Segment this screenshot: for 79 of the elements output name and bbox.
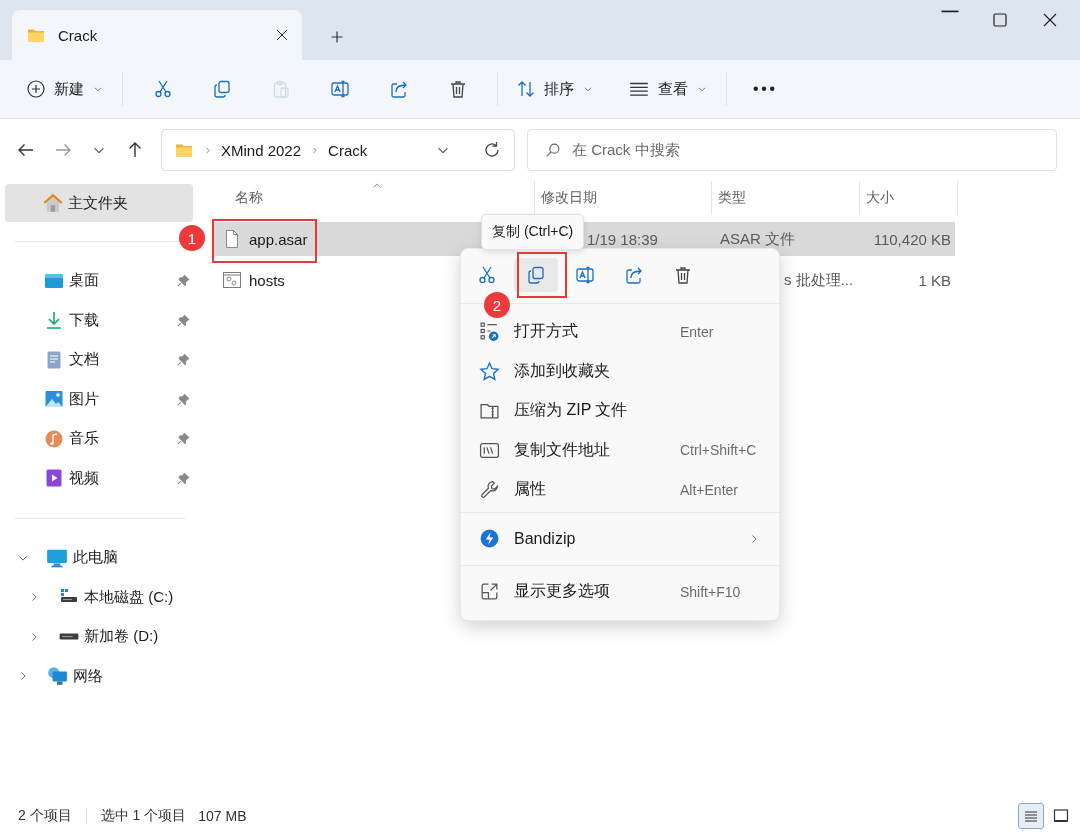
type-cell: ASAR 文件	[720, 229, 795, 247]
expand-icon	[479, 581, 500, 602]
sidebar-item[interactable]: 网络	[73, 666, 103, 686]
download-icon	[44, 310, 64, 331]
new-button[interactable]: 新建	[18, 73, 112, 105]
sidebar-item[interactable]: 音乐	[0, 419, 195, 459]
highlight-frame	[517, 252, 567, 298]
lightning-icon	[479, 528, 500, 549]
shortcut-text: Ctrl+Shift+C	[680, 442, 757, 459]
drive-icon	[59, 633, 79, 641]
close-icon	[274, 27, 290, 43]
type-cell: s 批处理...	[784, 270, 854, 288]
search-icon	[544, 141, 562, 159]
shortcut-text: Enter	[680, 323, 714, 340]
copy-icon	[526, 265, 546, 285]
cut-icon	[477, 265, 497, 285]
sort-icon	[516, 79, 536, 99]
minimize-icon	[940, 10, 960, 13]
refresh-icon	[482, 140, 502, 160]
home-icon	[42, 192, 64, 214]
music-icon	[44, 428, 64, 449]
size-cell: 110,420 KB	[873, 230, 951, 248]
view-button[interactable]: 查看	[620, 72, 716, 106]
sidebar-item[interactable]: 下载	[0, 300, 195, 340]
breadcrumb[interactable]: XMind 2022	[221, 141, 302, 159]
item-count: 2 个项目	[18, 807, 72, 825]
copy-button[interactable]	[514, 258, 558, 292]
menu-item[interactable]: Bandizip	[461, 514, 779, 563]
column-header[interactable]: 大小	[866, 189, 894, 207]
breadcrumb[interactable]: Crack	[328, 141, 368, 159]
cut-icon	[152, 79, 173, 99]
sidebar-item[interactable]: 文档	[0, 340, 195, 380]
address-bar[interactable]: XMind 2022 Crack	[161, 129, 515, 171]
file-name: app.asar	[249, 230, 308, 248]
video-icon	[44, 468, 64, 489]
selection-size: 107 MB	[198, 808, 247, 824]
open-with-icon	[479, 321, 500, 343]
more-icon	[753, 86, 775, 92]
copy-icon	[211, 79, 232, 99]
sort-button[interactable]: 排序	[508, 73, 602, 105]
share-icon	[624, 265, 644, 285]
system-file-icon	[222, 270, 242, 290]
menu-item[interactable]: 复制文件地址 Ctrl+Shift+C	[461, 430, 779, 470]
sidebar-item[interactable]: 视频	[0, 458, 195, 498]
picture-icon	[44, 389, 64, 410]
selection-count: 选中 1 个项目	[100, 807, 187, 825]
sidebar-item[interactable]: 桌面	[0, 261, 195, 301]
date-cell: 1/19 18:39	[587, 230, 658, 248]
menu-item[interactable]: 显示更多选项 Shift+F10	[461, 567, 779, 616]
size-cell: 1 KB	[918, 271, 951, 289]
share-icon	[388, 79, 409, 99]
search-placeholder: 在 Crack 中搜索	[572, 140, 680, 160]
file-name: hosts	[249, 271, 285, 289]
rename-icon	[575, 265, 595, 285]
wrench-icon	[479, 479, 500, 501]
sidebar-item[interactable]: 主文件夹	[5, 184, 193, 222]
search-field[interactable]: 在 Crack 中搜索	[527, 129, 1057, 171]
close-tab-button[interactable]	[274, 27, 290, 43]
maximize-button[interactable]	[990, 10, 1010, 30]
menu-item[interactable]: 添加到收藏夹	[461, 351, 779, 391]
sidebar-item[interactable]: 本地磁盘 (C:)	[84, 587, 174, 607]
step-badge: 1	[179, 225, 205, 251]
sidebar-item[interactable]: 新加卷 (D:)	[84, 627, 159, 647]
sidebar-item[interactable]: 图片	[0, 379, 195, 419]
star-icon	[479, 360, 500, 382]
column-header[interactable]: 类型	[718, 189, 746, 207]
column-header[interactable]: 修改日期	[541, 189, 597, 207]
maximize-icon	[990, 10, 1010, 30]
tooltip: 复制 (Ctrl+C)	[481, 214, 585, 250]
network-icon	[46, 665, 68, 688]
shortcut-text: Alt+Enter	[680, 481, 738, 498]
menu-item[interactable]: 压缩为 ZIP 文件	[461, 391, 779, 431]
shortcut-text: Shift+F10	[680, 583, 741, 600]
plus-icon	[26, 79, 46, 99]
trash-icon	[673, 265, 693, 285]
sidebar-item[interactable]: 此电脑	[73, 548, 118, 568]
menu-item[interactable]: 属性 Alt+Enter	[461, 470, 779, 510]
rename-icon	[329, 79, 350, 99]
column-header[interactable]: 名称	[235, 189, 263, 207]
